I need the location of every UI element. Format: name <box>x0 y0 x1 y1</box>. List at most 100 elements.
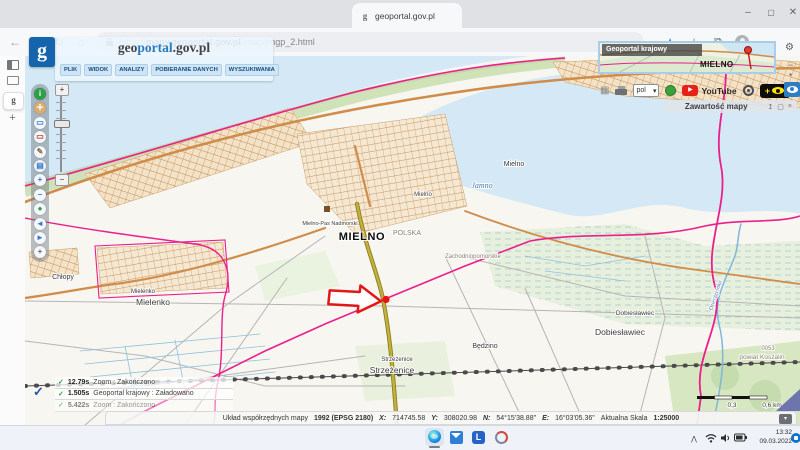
map-toolbar: i ✛ ▭ ▭ ✎ ▤ + − ● ◄ ► + <box>31 84 49 262</box>
status-message: ✓1.505sGeoportal krajowy : Załadowano <box>55 389 233 401</box>
statusbar-chevron-icon[interactable]: ▾ <box>779 414 792 424</box>
grid-icon[interactable]: ▦ <box>600 85 609 96</box>
menu-pobieranie-danych[interactable]: POBIERANIE DANYCH <box>151 64 221 76</box>
status-text: Zoom : Zakończono <box>93 402 155 409</box>
tab-favicon-icon: g <box>360 11 370 21</box>
scale-mid-label: 0,3 <box>727 402 736 409</box>
previous-view-tool-button[interactable]: ◄ <box>34 218 46 230</box>
map-label: POLSKA <box>393 230 421 237</box>
status-message: ✓ 5.422s Zoom : Zakończono <box>55 400 233 412</box>
print-icon[interactable] <box>615 86 627 95</box>
other-windows-icon[interactable] <box>7 76 19 85</box>
zoom-in-tool-button[interactable]: + <box>34 174 46 186</box>
minimap-town-label: MIELNO <box>700 60 734 69</box>
app-misc-button[interactable] <box>495 431 508 444</box>
zoom-slider: + − <box>54 84 68 184</box>
battery-icon[interactable] <box>734 433 747 442</box>
next-view-tool-button[interactable]: ► <box>34 232 46 244</box>
measure-tool-button[interactable]: ▤ <box>34 160 46 172</box>
new-tab-button[interactable]: + <box>5 112 20 125</box>
menu-wyszukiwania[interactable]: WYSZUKIWANIA <box>225 64 279 76</box>
map-label: Jamno <box>471 181 492 190</box>
zoom-slider-handle[interactable] <box>54 120 70 128</box>
panel-dock-icon[interactable]: ↥ <box>767 103 773 111</box>
pan-tool-button[interactable]: ✛ <box>34 102 46 114</box>
zoom-out-button[interactable]: − <box>55 174 69 186</box>
clock-time: 13:32 <box>748 429 792 438</box>
minimap-settings-gear-icon[interactable]: ⚙ <box>785 42 794 53</box>
geoportal-logo[interactable]: g <box>29 37 55 67</box>
tasks-check-icon[interactable]: ✓ <box>33 384 44 400</box>
edge-button[interactable] <box>428 430 441 443</box>
map-content-panel-header[interactable]: Zawartość mapy ↥ ▢ × <box>664 100 797 113</box>
map-label: Strzeżenice <box>381 357 413 363</box>
help-icon[interactable] <box>665 85 676 96</box>
scale-value: 1:25000 <box>654 415 680 422</box>
notification-badge[interactable] <box>791 433 800 443</box>
language-select[interactable]: pol▾ <box>633 84 659 97</box>
back-icon[interactable]: ← <box>4 35 26 49</box>
map-label: Strzeżenice <box>370 365 415 375</box>
volume-icon[interactable] <box>720 433 731 443</box>
e-label: E: <box>542 415 549 422</box>
x-label: X: <box>379 415 386 422</box>
center-view-tool-button[interactable]: + <box>34 246 46 258</box>
window-minimize-button[interactable]: – <box>739 4 757 22</box>
tab-title: geoportal.gov.pl <box>375 11 435 21</box>
taskbar-clock[interactable]: 13:32 09.03.2022 <box>748 429 792 446</box>
menu-widok[interactable]: WIDOK <box>84 64 112 76</box>
status-time: 12.79s <box>68 379 89 386</box>
poi-marker <box>324 206 330 212</box>
desktop: g geoportal.gov.pl – ▢ ✕ ← → ↻ ⌂ https:/… <box>0 0 800 450</box>
map-label: Mielenko <box>131 289 156 295</box>
map-label: Chłopy <box>52 274 74 281</box>
menu-analizy[interactable]: ANALIZY <box>115 64 148 76</box>
mail-button[interactable] <box>450 431 463 444</box>
status-check-icon: ✓ <box>58 390 64 398</box>
info-tool-button[interactable]: i <box>34 88 46 100</box>
page-title: geoportal.gov.pl <box>55 40 273 56</box>
status-check-icon: ✓ <box>58 378 64 386</box>
window-maximize-button[interactable]: ▢ <box>762 4 780 22</box>
full-extent-tool-button[interactable]: ● <box>34 203 46 215</box>
zoom-in-button[interactable]: + <box>55 84 69 96</box>
browser-tab[interactable]: g geoportal.gov.pl <box>352 3 462 28</box>
map-label: Dobiesławiec <box>616 310 655 317</box>
crs-label: Układ współrzędnych mapy <box>223 415 308 422</box>
minimap-collapse-icon[interactable]: − <box>788 60 793 70</box>
map-label: Mielenko <box>136 297 170 307</box>
map-label: MIELNO <box>339 231 385 243</box>
status-time: 5.422s <box>68 402 89 409</box>
select-area-tool-button[interactable]: ▭ <box>34 117 46 129</box>
accessibility-icon[interactable] <box>743 85 754 96</box>
visibility-button[interactable] <box>784 82 800 97</box>
minimap-dot-icon[interactable]: ● <box>789 72 792 78</box>
tray-chevron-icon[interactable]: ⋀ <box>688 433 700 446</box>
app-l-button[interactable]: L <box>472 431 485 444</box>
window-close-button[interactable]: ✕ <box>784 4 800 22</box>
tab-actions-icon[interactable] <box>7 60 19 70</box>
y-label: Y: <box>431 415 438 422</box>
n-label: N: <box>483 415 490 422</box>
draw-tool-button[interactable]: ✎ <box>34 146 46 158</box>
y-value: 308020.98 <box>444 415 477 422</box>
map-label: Dobiesławiec <box>595 327 646 337</box>
menu-plik[interactable]: PLIK <box>60 64 81 76</box>
minimap-title[interactable]: Geoportal krajowy <box>602 44 702 56</box>
vertical-tab-geoportal[interactable]: g <box>3 92 24 110</box>
zoom-out-tool-button[interactable]: − <box>34 189 46 201</box>
status-check-icon: ✓ <box>58 401 64 409</box>
n-value: 54°15'38.88" <box>496 415 536 422</box>
coordinates-status-bar: Układ współrzędnych mapy 1992 (EPSG 2180… <box>105 411 797 425</box>
status-message: ✓12.79sZoom : Zakończono <box>55 377 233 389</box>
panel-window-icon[interactable]: ▢ <box>777 103 784 111</box>
top-controls: ▦ pol▾ ▶ YouTube + <box>600 83 790 98</box>
wifi-icon[interactable] <box>705 433 717 443</box>
x-value: 714745.58 <box>392 415 425 422</box>
edge-active-indicator <box>429 446 440 448</box>
panel-close-icon[interactable]: × <box>788 103 792 110</box>
youtube-button[interactable]: ▶ YouTube <box>682 85 736 96</box>
windows-taskbar <box>0 425 800 450</box>
map-label: Mielno <box>414 192 432 198</box>
clear-selection-tool-button[interactable]: ▭ <box>34 131 46 143</box>
